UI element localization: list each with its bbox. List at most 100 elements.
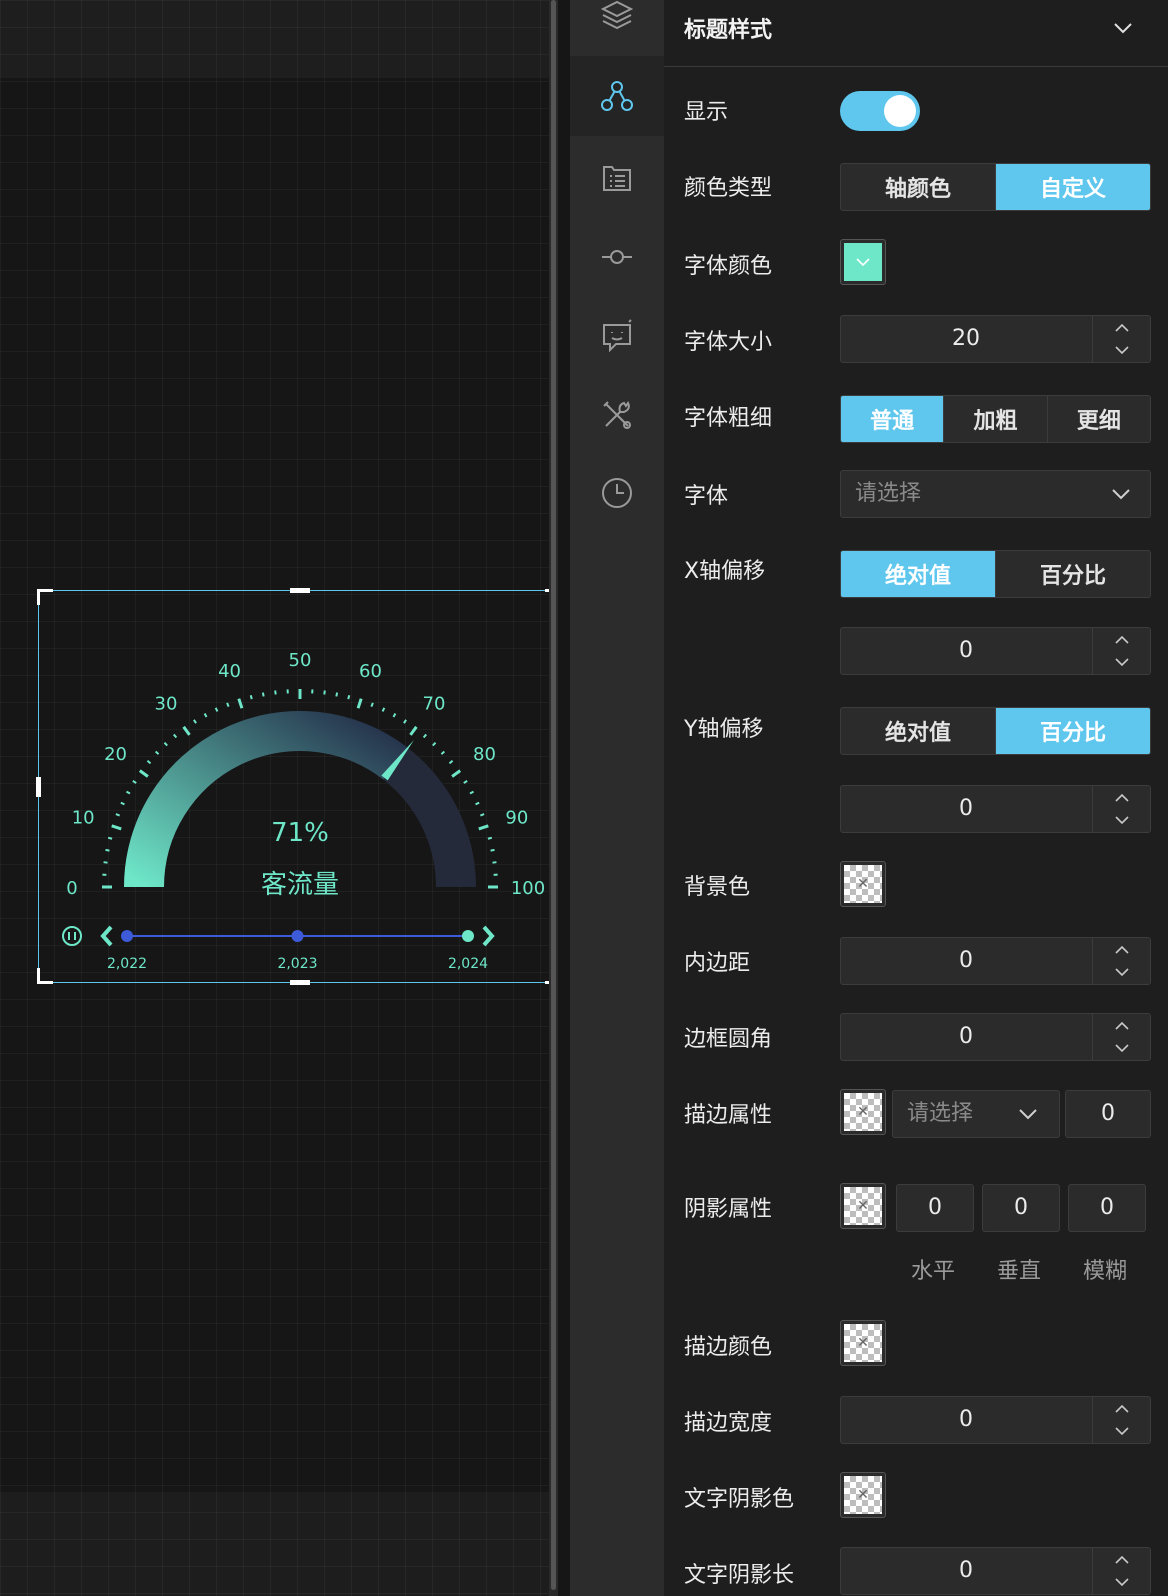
chevron-down-icon (1115, 658, 1129, 667)
y-offset-input[interactable]: 0 (840, 785, 1151, 833)
shadow-color-swatch[interactable]: ✕ (840, 1183, 886, 1229)
rail-tools[interactable] (570, 376, 664, 454)
gauge-major-tick (237, 698, 244, 709)
panel-header[interactable]: 标题样式 (664, 0, 1168, 67)
stroke-width-label: 描边宽度 (684, 1411, 773, 1436)
icon-rail (570, 0, 664, 1596)
gauge-minor-tick (126, 790, 131, 795)
font-color-swatch[interactable] (840, 239, 886, 285)
padding-increment[interactable] (1093, 938, 1151, 961)
resize-handle-bottom-left[interactable] (37, 968, 53, 984)
chevron-down-icon (1115, 346, 1129, 355)
text-shadow-length-decrement[interactable] (1093, 1571, 1151, 1594)
gauge-minor-tick (422, 733, 427, 739)
rail-clock[interactable] (570, 454, 664, 532)
font-size-increment[interactable] (1093, 316, 1151, 339)
gauge-minor-tick (154, 750, 160, 755)
rail-commit[interactable] (570, 218, 664, 296)
gauge-minor-tick (115, 813, 120, 817)
font-weight-normal-option[interactable]: 普通 (841, 396, 944, 442)
chevron-up-icon (1115, 1555, 1129, 1564)
gauge-minor-tick (120, 801, 125, 806)
collapse-button[interactable] (1109, 14, 1137, 42)
border-style-select[interactable]: 请选择 (892, 1090, 1060, 1138)
chevron-down-icon (1115, 1578, 1129, 1587)
resize-handle-top[interactable] (290, 588, 310, 593)
empty-color-icon: ✕ (857, 1335, 869, 1351)
font-family-select[interactable]: 请选择 (840, 470, 1151, 518)
shadow-vertical-input[interactable]: 0 (982, 1184, 1060, 1232)
text-shadow-length-increment[interactable] (1093, 1548, 1151, 1571)
y-offset-percent-option[interactable]: 百分比 (995, 708, 1150, 754)
show-toggle[interactable] (840, 91, 920, 131)
color-type-axis-option[interactable]: 轴颜色 (841, 164, 995, 210)
gauge-minor-tick (249, 694, 253, 700)
shadow-vertical-caption: 垂直 (997, 1259, 1042, 1284)
font-size-label: 字体大小 (684, 330, 773, 355)
tools-icon (603, 401, 631, 429)
padding-stepper (1092, 938, 1150, 984)
x-offset-increment[interactable] (1093, 628, 1151, 651)
text-shadow-length-input[interactable]: 0 (840, 1547, 1151, 1595)
y-offset-increment[interactable] (1093, 786, 1151, 809)
gauge-minor-tick (146, 760, 152, 765)
y-offset-decrement[interactable] (1093, 809, 1151, 832)
border-color-swatch[interactable]: ✕ (840, 1089, 886, 1135)
x-offset-percent-option[interactable]: 百分比 (995, 551, 1150, 597)
padding-input[interactable]: 0 (840, 937, 1151, 985)
border-radius-increment[interactable] (1093, 1014, 1151, 1037)
transparent-swatch: ✕ (844, 1093, 882, 1131)
timeline-point (291, 930, 304, 942)
canvas-scrollbar[interactable] (551, 0, 556, 1590)
font-size-decrement[interactable] (1093, 339, 1151, 362)
chevron-down-icon (1112, 489, 1130, 500)
gauge-widget[interactable]: 0 10 20 30 40 50 60 70 80 90 100 71% 客流量 2,022 2,023 2,… (36, 588, 558, 985)
gauge-major-tick (182, 725, 191, 736)
gauge-minor-tick (132, 780, 137, 784)
x-offset-decrement[interactable] (1093, 651, 1151, 674)
clock-icon (602, 478, 632, 508)
text-shadow-color-label: 文字阴影色 (684, 1487, 795, 1512)
rail-nodes[interactable] (570, 56, 664, 136)
color-type-custom-option[interactable]: 自定义 (995, 164, 1150, 210)
y-offset-absolute-option[interactable]: 绝对值 (841, 708, 995, 754)
gauge-major-tick (409, 725, 418, 736)
design-canvas[interactable]: 0 10 20 30 40 50 60 70 80 90 100 71% 客流量 2,022 2,023 2,… (0, 0, 558, 1596)
text-shadow-color-swatch[interactable]: ✕ (840, 1472, 886, 1518)
font-size-stepper (1092, 316, 1150, 362)
rail-list[interactable] (570, 139, 664, 217)
bg-color-swatch[interactable]: ✕ (840, 861, 886, 907)
timeline-label: 2,022 (107, 956, 147, 972)
resize-handle-bottom[interactable] (290, 980, 310, 985)
x-offset-input[interactable]: 0 (840, 627, 1151, 675)
text-shadow-length-label: 文字阴影长 (684, 1563, 795, 1588)
gauge-tick-label: 30 (155, 694, 178, 715)
layers-icon (600, 0, 634, 30)
list-icon (603, 166, 631, 191)
stroke-width-input[interactable]: 0 (840, 1396, 1151, 1444)
font-weight-lighter-option[interactable]: 更细 (1046, 396, 1150, 442)
font-size-input[interactable]: 20 (840, 315, 1151, 363)
gauge-minor-tick (463, 780, 468, 784)
stroke-width-increment[interactable] (1093, 1397, 1151, 1420)
rail-chat-bot[interactable] (570, 297, 664, 375)
shadow-horizontal-input[interactable]: 0 (896, 1184, 974, 1232)
x-offset-value: 0 (959, 638, 973, 663)
x-offset-absolute-option[interactable]: 绝对值 (841, 551, 995, 597)
nodes-icon (601, 81, 633, 111)
stroke-width-decrement[interactable] (1093, 1420, 1151, 1443)
empty-color-icon: ✕ (857, 1198, 869, 1214)
font-weight-bold-option[interactable]: 加粗 (943, 396, 1046, 442)
border-radius-input[interactable]: 0 (840, 1013, 1151, 1061)
rail-layers[interactable] (570, 0, 664, 54)
border-width-input[interactable]: 0 (1065, 1090, 1151, 1138)
border-radius-decrement[interactable] (1093, 1037, 1151, 1060)
shadow-blur-input[interactable]: 0 (1068, 1184, 1146, 1232)
padding-decrement[interactable] (1093, 961, 1151, 984)
chevron-up-icon (1115, 635, 1129, 644)
gauge-minor-tick (480, 813, 485, 817)
resize-handle-top-left[interactable] (37, 589, 53, 605)
resize-handle-left[interactable] (36, 777, 41, 797)
y-offset-segmented: 绝对值 百分比 (840, 707, 1151, 755)
stroke-color-swatch[interactable]: ✕ (840, 1320, 886, 1366)
